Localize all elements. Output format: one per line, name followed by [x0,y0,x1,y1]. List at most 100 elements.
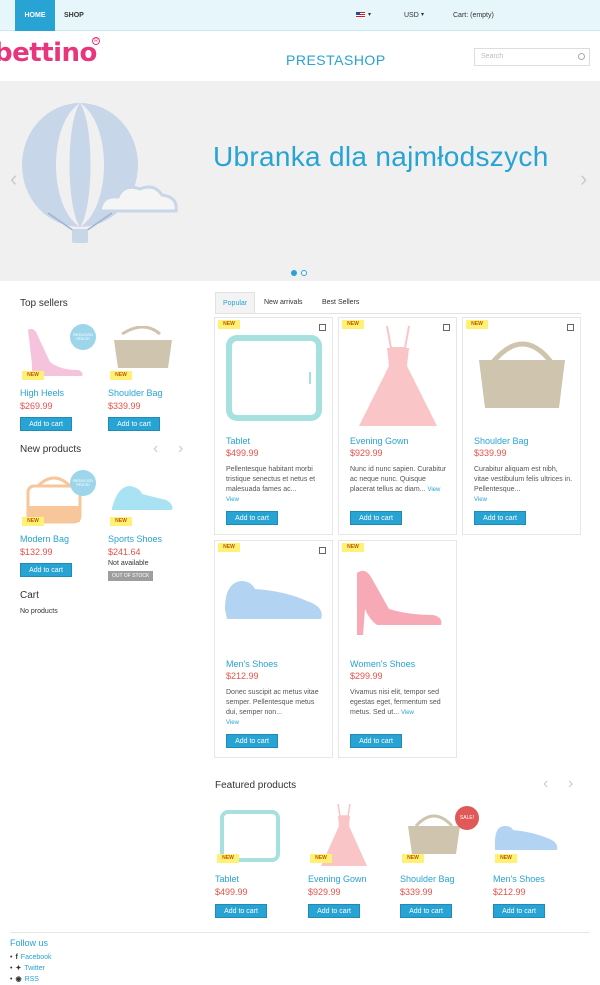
language-chevron-down-icon[interactable]: ▾ [368,11,371,18]
search-icon[interactable] [578,53,585,60]
slider-next-chevron-icon[interactable]: › [580,166,587,192]
new-badge: NEW [466,320,488,329]
search-input[interactable]: Search [474,48,590,66]
new-badge: NEW [110,517,132,526]
compare-checkbox[interactable] [319,324,326,331]
new-products-prev-icon[interactable]: ‹ [153,440,158,458]
social-links-list: • f Facebook • ✦ Twitter • ◉ RSS [10,952,52,985]
twitter-icon: ✦ [15,965,22,972]
social-link-twitter[interactable]: • ✦ Twitter [10,963,52,974]
sale-badge: SALE! [455,806,479,830]
product-description: Donec suscipit ac metus vitae semper. Pe… [226,688,326,728]
product-description: Pellentesque habitant morbi tristique se… [226,465,326,505]
view-link[interactable]: View [474,497,487,503]
view-link[interactable]: View [226,720,239,726]
product-card[interactable]: NEW Evening Gown $929.99 Nunc id nunc sa… [338,317,457,535]
product-card[interactable]: NEW Men's Shoes $212.99 Donec suscipit a… [214,540,333,758]
cart-summary-link[interactable]: Cart: (empty) [453,0,494,31]
reduced-price-flag: REDUCED PRICE! [70,470,96,496]
product-price: $929.99 [350,448,383,458]
product-price: $339.99 [400,887,433,897]
registered-trademark-icon: R [92,37,100,45]
top-sellers-title: Top sellers [20,298,68,309]
product-card[interactable]: NEW Tablet $499.99 Pellentesque habitant… [214,317,333,535]
tab-best-sellers[interactable]: Best Sellers [315,292,366,313]
product-price: $212.99 [493,887,526,897]
featured-products-title: Featured products [215,780,297,791]
mens-shoes-image[interactable] [221,571,329,631]
featured-prev-icon[interactable]: ‹ [543,775,548,793]
hot-air-balloon-illustration [22,103,178,243]
add-to-cart-button[interactable]: Add to cart [108,417,160,431]
product-name[interactable]: Men's Shoes [493,874,545,884]
product-name[interactable]: Men's Shoes [226,659,278,669]
product-price: $132.99 [20,547,53,557]
follow-us-title: Follow us [10,938,49,948]
currency-chevron-down-icon[interactable]: ▾ [421,11,424,18]
language-flag-icon[interactable] [356,12,365,18]
currency-selector[interactable]: USD [404,0,419,31]
slider-dot[interactable] [301,270,307,276]
add-to-cart-button[interactable]: Add to cart [350,511,402,525]
tab-new-arrivals[interactable]: New arrivals [257,292,310,313]
mens-shoes-image[interactable] [493,820,561,854]
slider-dot-active[interactable] [291,270,297,276]
shoulder-bag-image[interactable] [473,338,571,418]
slider-slogan: Ubranka dla najmłodszych [213,141,549,172]
product-name[interactable]: Evening Gown [308,874,367,884]
add-to-cart-button[interactable]: Add to cart [215,904,267,918]
tablet-image[interactable] [225,332,323,424]
view-link[interactable]: View [401,710,414,716]
facebook-icon: f [15,954,18,961]
product-description: Curabitur aliquam est nibh, vitae vestib… [474,465,574,505]
evening-gown-image[interactable] [349,322,447,432]
product-name[interactable]: Tablet [226,436,250,446]
new-badge: NEW [110,371,132,380]
tabs-divider [215,313,581,314]
add-to-cart-button[interactable]: Add to cart [20,563,72,577]
view-link[interactable]: View [427,487,440,493]
product-name[interactable]: Evening Gown [350,436,409,446]
new-badge: NEW [342,543,364,552]
product-name[interactable]: Shoulder Bag [108,388,163,398]
add-to-cart-button[interactable]: Add to cart [308,904,360,918]
product-card[interactable]: NEW Women's Shoes $299.99 Vivamus nisi e… [338,540,457,758]
nav-home-link[interactable]: HOME [15,0,55,31]
new-products-next-icon[interactable]: › [178,440,183,458]
description-text: Donec suscipit ac metus vitae semper. Pe… [226,689,319,716]
tab-popular[interactable]: Popular [215,292,256,313]
product-name[interactable]: High Heels [20,388,64,398]
view-link[interactable]: View [226,497,239,503]
add-to-cart-button[interactable]: Add to cart [20,417,72,431]
nav-shop-link[interactable]: SHOP [64,0,84,31]
top-nav-bar: HOME SHOP ▾ USD ▾ Cart: (empty) [0,0,600,31]
product-name[interactable]: Shoulder Bag [400,874,455,884]
twitter-label[interactable]: Twitter [24,965,45,972]
product-name[interactable]: Sports Shoes [108,534,162,544]
add-to-cart-button[interactable]: Add to cart [350,734,402,748]
product-card[interactable]: NEW Shoulder Bag $339.99 Curabitur aliqu… [462,317,581,535]
product-name[interactable]: Tablet [215,874,239,884]
compare-checkbox[interactable] [567,324,574,331]
bettino-logo[interactable]: bettino [0,38,97,68]
social-link-facebook[interactable]: • f Facebook [10,952,52,963]
description-text: Vivamus nisi elit, tempor sed egestas eg… [350,689,441,716]
slider-prev-chevron-icon[interactable]: ‹ [10,166,17,192]
search-placeholder: Search [481,53,504,60]
add-to-cart-button[interactable]: Add to cart [493,904,545,918]
featured-next-icon[interactable]: › [568,775,573,793]
product-description: Vivamus nisi elit, tempor sed egestas eg… [350,688,450,718]
bullet-icon: • [10,965,13,972]
product-name[interactable]: Modern Bag [20,534,69,544]
product-price: $929.99 [308,887,341,897]
reduced-price-flag: REDUCED PRICE! [70,324,96,350]
facebook-label[interactable]: Facebook [21,954,52,961]
compare-checkbox[interactable] [319,547,326,554]
add-to-cart-button[interactable]: Add to cart [226,511,278,525]
add-to-cart-button[interactable]: Add to cart [400,904,452,918]
product-name[interactable]: Shoulder Bag [474,436,529,446]
add-to-cart-button[interactable]: Add to cart [226,734,278,748]
product-name[interactable]: Women's Shoes [350,659,415,669]
add-to-cart-button[interactable]: Add to cart [474,511,526,525]
womens-shoes-image[interactable] [349,565,447,641]
